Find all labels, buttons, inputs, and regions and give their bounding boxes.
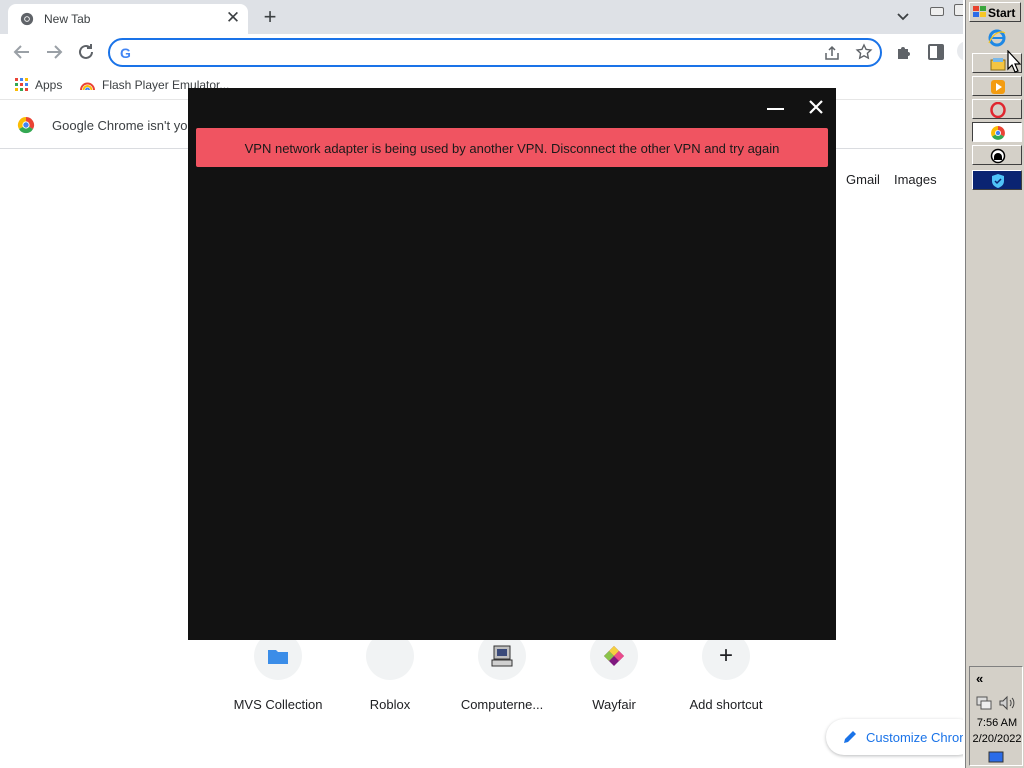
shortcut-roblox[interactable]: Roblox xyxy=(334,632,446,722)
forward-arrow-icon[interactable] xyxy=(42,40,66,64)
extensions-puzzle-icon[interactable] xyxy=(895,43,913,61)
start-label: Start xyxy=(988,6,1016,20)
vpn-app-window: VPN network adapter is being used by ano… xyxy=(188,88,836,640)
wayfair-icon xyxy=(604,646,624,666)
opera-icon xyxy=(990,102,1006,118)
vpn-close-icon[interactable] xyxy=(806,97,826,117)
shortcut-label: Add shortcut xyxy=(689,697,763,712)
volume-speaker-icon[interactable] xyxy=(998,695,1016,711)
tab-title: New Tab xyxy=(44,12,91,26)
google-g-icon: G xyxy=(120,45,131,61)
tab-strip: New Tab ✕ + xyxy=(0,0,963,34)
network-icon[interactable] xyxy=(976,695,992,711)
apps-grid-icon xyxy=(15,78,28,92)
shortcut-label: Roblox xyxy=(369,697,411,712)
side-panel-icon[interactable] xyxy=(928,44,944,60)
shortcut-label: MVS Collection xyxy=(233,697,323,712)
bookmark-label: Apps xyxy=(35,77,63,92)
bookmark-star-icon[interactable] xyxy=(855,43,873,61)
back-arrow-icon[interactable] xyxy=(10,40,34,64)
clock-date[interactable]: 2/20/2022 xyxy=(970,733,1024,745)
share-icon[interactable] xyxy=(823,44,841,62)
taskbar-opera[interactable] xyxy=(972,99,1022,119)
shortcut-wayfair[interactable]: Wayfair xyxy=(558,632,670,722)
gmail-link[interactable]: Gmail xyxy=(846,172,880,187)
customize-chrome-button[interactable]: Customize Chrome xyxy=(826,719,963,755)
rainbow-icon xyxy=(80,82,95,91)
shortcut-mvs-collection[interactable]: MVS Collection xyxy=(222,632,334,722)
shortcut-computernetworks[interactable]: Computerne... xyxy=(446,632,558,722)
show-desktop-icon[interactable] xyxy=(988,751,1004,763)
shield-icon xyxy=(992,174,1004,188)
new-tab-button[interactable]: + xyxy=(258,5,282,29)
address-input[interactable] xyxy=(140,43,820,62)
google-header-links: Gmail Images xyxy=(846,172,951,187)
vpn-error-message: VPN network adapter is being used by ano… xyxy=(244,141,780,156)
shortcut-label: Wayfair xyxy=(592,697,636,712)
desktop: New Tab ✕ + G Apps Flash Player Emulator… xyxy=(0,0,1024,768)
tab-new-tab[interactable]: New Tab ✕ xyxy=(8,4,248,34)
tab-close-icon[interactable]: ✕ xyxy=(224,9,242,27)
taskbar-headset-app[interactable] xyxy=(972,145,1022,165)
shortcut-add[interactable]: + Add shortcut xyxy=(670,632,782,722)
start-button[interactable]: Start xyxy=(969,2,1021,22)
taskbar-vpn-shield[interactable] xyxy=(972,170,1022,190)
clock-time[interactable]: 7:56 AM xyxy=(970,717,1024,729)
windows-taskbar: Start « 7:56 AM 2/20/2022 xyxy=(963,0,1024,768)
images-link[interactable]: Images xyxy=(894,172,937,187)
infobar-message: Google Chrome isn't your xyxy=(52,118,199,133)
vpn-error-banner: VPN network adapter is being used by ano… xyxy=(196,128,828,167)
chrome-icon xyxy=(991,126,1005,140)
window-restore-button[interactable] xyxy=(954,4,963,16)
chrome-logo-icon xyxy=(17,116,35,134)
file-manager-icon xyxy=(990,58,1006,71)
most-visited-shortcuts: MVS Collection Roblox Computerne... Wayf… xyxy=(222,632,782,722)
window-controls xyxy=(926,2,963,18)
plus-icon: + xyxy=(718,642,733,669)
vpn-minimize-button[interactable] xyxy=(766,98,786,118)
reload-icon[interactable] xyxy=(74,40,98,64)
internet-explorer-icon[interactable] xyxy=(988,29,1006,47)
chrome-favicon-icon xyxy=(20,12,34,26)
window-minimize-button[interactable] xyxy=(930,7,944,16)
shortcut-label: Computerne... xyxy=(460,697,544,712)
customize-chrome-label: Customize Chrome xyxy=(866,730,963,745)
pencil-icon xyxy=(844,731,856,743)
tray-expand-chevron[interactable]: « xyxy=(976,671,983,686)
tab-search-chevron-icon[interactable] xyxy=(893,8,913,26)
folder-icon xyxy=(268,650,288,664)
mouse-cursor-icon xyxy=(1007,50,1021,73)
headset-icon xyxy=(990,148,1006,164)
windows-flag-icon xyxy=(973,6,986,17)
computer-icon xyxy=(491,645,513,667)
media-player-icon xyxy=(991,80,1005,94)
address-bar[interactable]: G xyxy=(108,38,882,67)
taskbar-media-player[interactable] xyxy=(972,76,1022,96)
system-tray: « 7:56 AM 2/20/2022 xyxy=(969,666,1023,766)
bookmark-apps[interactable]: Apps xyxy=(15,77,62,93)
taskbar-chrome[interactable] xyxy=(972,122,1022,142)
browser-toolbar: G xyxy=(0,34,963,70)
